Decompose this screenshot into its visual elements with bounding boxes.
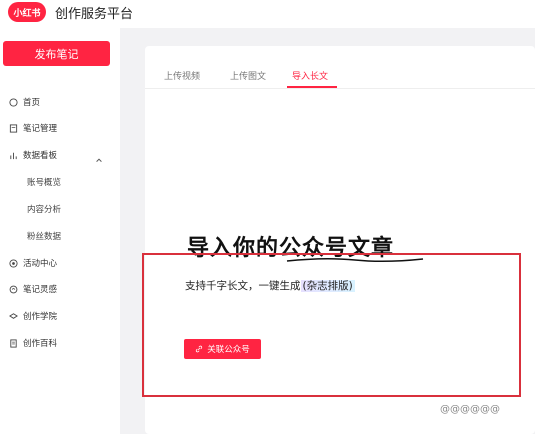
tab-divider	[145, 88, 535, 89]
sidebar-item-label: 创作百科	[23, 339, 58, 349]
app-title: 创作服务平台	[55, 7, 134, 22]
sidebar-item-label: 首页	[23, 98, 41, 108]
sidebar-subitem-content-analysis[interactable]: 内容分析	[27, 203, 61, 215]
sidebar-subitem-account-overview[interactable]: 账号概览	[27, 176, 61, 188]
sidebar-item-encyclopedia[interactable]: 创作百科	[8, 337, 57, 349]
chart-icon	[8, 150, 18, 160]
encyclopedia-icon	[8, 338, 18, 348]
active-tab-indicator	[287, 86, 337, 88]
academy-icon	[8, 311, 18, 321]
sidebar-item-label: 笔记管理	[23, 124, 58, 134]
activity-icon	[8, 258, 18, 268]
sidebar-item-inspiration[interactable]: 笔记灵感	[8, 283, 57, 295]
top-header: 小红书 创作服务平台	[0, 0, 535, 28]
tab-import-long-article[interactable]: 导入长文	[292, 69, 328, 82]
home-icon	[8, 97, 18, 107]
tab-upload-image-text[interactable]: 上传图文	[230, 69, 266, 82]
annotation-highlight-box	[142, 253, 521, 397]
chevron-up-icon[interactable]	[95, 149, 103, 168]
sidebar-item-notes[interactable]: 笔记管理	[8, 122, 57, 134]
watermark: @@@@@@	[440, 404, 500, 415]
app-logo[interactable]: 小红书	[8, 2, 46, 22]
sidebar-item-label: 创作学院	[23, 312, 58, 322]
sidebar-item-label: 数据看板	[23, 151, 58, 161]
note-icon	[8, 123, 18, 133]
sidebar-item-home[interactable]: 首页	[8, 96, 40, 108]
tab-upload-video[interactable]: 上传视频	[164, 69, 200, 82]
sidebar-item-academy[interactable]: 创作学院	[8, 310, 57, 322]
inspiration-icon	[8, 284, 18, 294]
sidebar-item-dashboard[interactable]: 数据看板	[8, 149, 57, 161]
publish-note-button[interactable]: 发布笔记	[3, 41, 110, 66]
sidebar-subitem-fan-data[interactable]: 粉丝数据	[27, 230, 61, 242]
sidebar-item-activity[interactable]: 活动中心	[8, 257, 57, 269]
sidebar-item-label: 活动中心	[23, 259, 58, 269]
sidebar-item-label: 笔记灵感	[23, 285, 58, 295]
